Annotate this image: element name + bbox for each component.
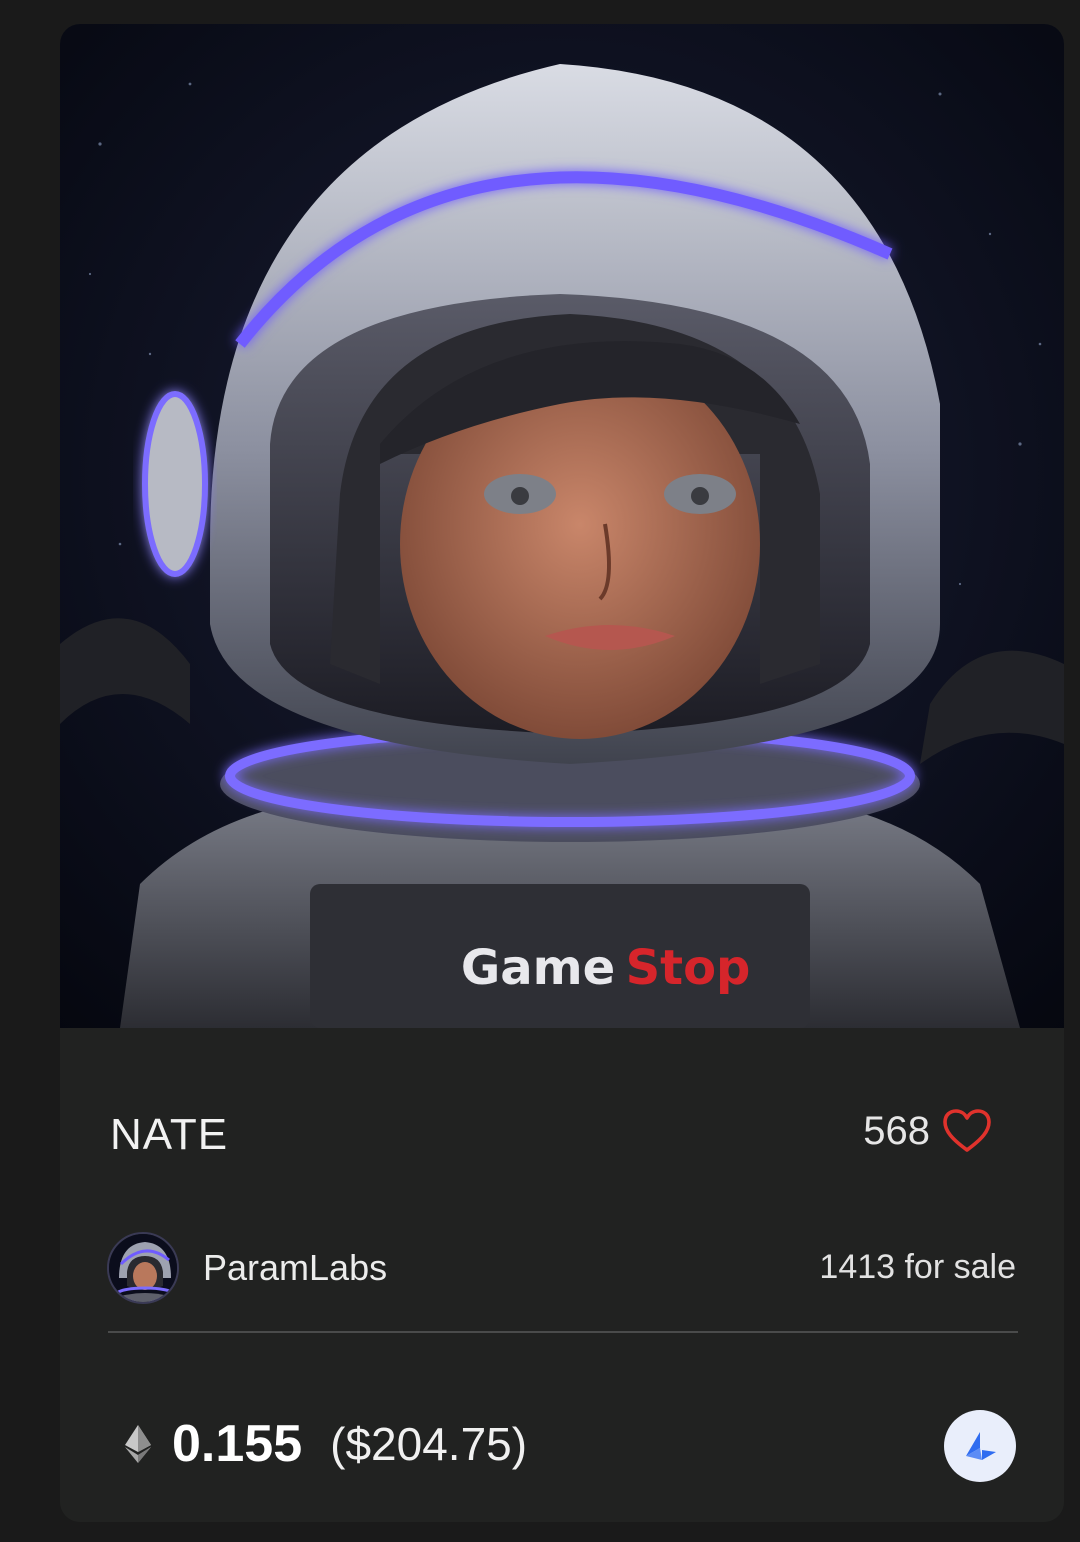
nft-info-panel: NATE 568 ParamLabs 1413 for sale 0.155 (… bbox=[60, 1028, 1064, 1522]
loopring-icon bbox=[966, 1432, 996, 1460]
creator-avatar-image bbox=[109, 1234, 177, 1302]
creator-name: ParamLabs bbox=[203, 1247, 388, 1288]
price-usd: ($204.75) bbox=[330, 1418, 528, 1470]
nft-title[interactable]: NATE bbox=[110, 1110, 228, 1160]
likes-count: 568 bbox=[863, 1108, 930, 1153]
eth-icon bbox=[125, 1425, 151, 1463]
like-button[interactable]: 568 bbox=[863, 1108, 992, 1154]
price-eth: 0.155 bbox=[172, 1415, 303, 1473]
nft-card[interactable]: Game Stop NATE 568 ParamLabs 1413 for sa… bbox=[60, 24, 1064, 1522]
svg-text:Stop: Stop bbox=[626, 940, 751, 996]
nft-artwork[interactable]: Game Stop bbox=[60, 24, 1064, 1028]
svg-text:Game: Game bbox=[461, 940, 615, 996]
avatar[interactable] bbox=[107, 1232, 179, 1304]
heart-icon[interactable] bbox=[942, 1108, 992, 1154]
for-sale-count: 1413 for sale bbox=[819, 1248, 1016, 1286]
creator-link[interactable]: ParamLabs bbox=[107, 1232, 387, 1304]
divider bbox=[108, 1331, 1018, 1333]
chain-button[interactable] bbox=[944, 1410, 1016, 1482]
price: 0.155 ($204.75) bbox=[124, 1414, 527, 1474]
